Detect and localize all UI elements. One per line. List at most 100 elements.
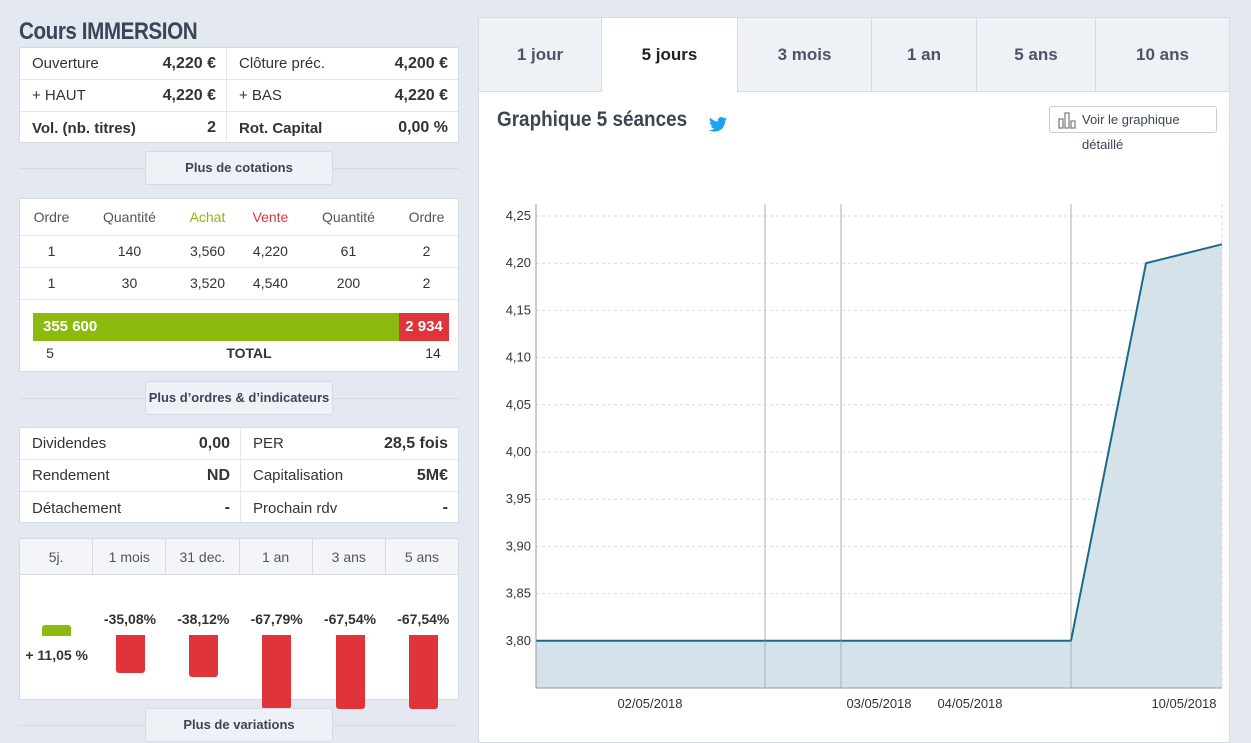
quote-value: 4,200 € [394, 54, 448, 72]
indicator-value: - [442, 499, 448, 516]
quote-value: 4,220 € [162, 86, 216, 104]
quote-row: + HAUT 4,220 € + BAS 4,220 € [20, 80, 458, 112]
tab-1-an[interactable]: 1 an [872, 18, 977, 91]
y-tick-label: 4,20 [506, 255, 531, 270]
y-tick-label: 4,25 [506, 208, 531, 223]
variation-bar [188, 635, 218, 677]
period-tab[interactable]: 5 ans [386, 539, 458, 574]
y-tick-label: 4,00 [506, 444, 531, 459]
x-tick-label: 04/05/2018 [937, 696, 1002, 711]
table-row: 1 30 3,520 4,540 200 2 [20, 267, 458, 300]
table-cell: 200 [301, 267, 395, 300]
variations-panel: 5j. 1 mois 31 dec. 1 an 3 ans 5 ans + 11… [19, 538, 459, 709]
quote-value: 4,220 € [162, 54, 216, 72]
variations-bars: + 11,05 % -35,08% -38,12% -67,79% -67,54% -67… [20, 575, 458, 709]
indicator-row: Rendement ND Capitalisation 5M€ [20, 460, 458, 492]
indicator-value: 28,5 fois [383, 434, 448, 452]
variation-bar [262, 635, 292, 709]
quote-value: 2 [207, 119, 216, 136]
variation-label: -35,08% [103, 611, 157, 627]
quote-label: Rot. Capital [239, 119, 323, 137]
variation-label: -67,54% [323, 611, 377, 627]
indicator-value: - [224, 499, 230, 516]
more-orders-button[interactable]: Plus d’ordres & d’indicateurs [145, 381, 333, 415]
period-tab[interactable]: 5j. [20, 539, 94, 574]
table-cell: 4,220 [238, 235, 302, 268]
table-cell: 140 [82, 235, 176, 268]
y-tick-label: 4,10 [506, 350, 531, 365]
indicators: Dividendes 0,00 PER 28,5 fois Rendement ND … [19, 427, 459, 524]
quote-label: Clôture préc. [239, 55, 325, 72]
chart-title: Graphique 5 séances [497, 108, 688, 131]
indicator-label: Rendement [32, 467, 110, 484]
detailed-chart-button[interactable]: Voir le graphique détaillé [1049, 106, 1217, 152]
table-cell: 61 [301, 235, 395, 268]
variation-bar [42, 625, 72, 636]
quote-label: + HAUT [32, 87, 86, 104]
col-header: Quantité [301, 199, 395, 236]
total-label: TOTAL [226, 345, 272, 361]
twitter-icon[interactable] [709, 117, 727, 137]
x-tick-label: 10/05/2018 [1151, 696, 1216, 711]
y-tick-label: 3,95 [506, 491, 531, 506]
totals-row: 5 TOTAL 14 [20, 345, 458, 361]
y-tick-label: 3,80 [506, 633, 531, 648]
quote-summary: Ouverture 4,220 € Clôture préc. 4,200 € + … [19, 47, 459, 144]
period-tab[interactable]: 31 dec. [166, 539, 240, 574]
orders-sell-count: 14 [425, 345, 441, 361]
table-cell: 3,560 [176, 235, 239, 268]
variation-label: + 11,05 % [25, 647, 88, 663]
order-book: Ordre Quantité Achat Vente Quantité Ordr… [19, 198, 459, 372]
tab-5-ans[interactable]: 5 ans [977, 18, 1096, 91]
more-variations-button[interactable]: Plus de variations [145, 708, 333, 742]
indicator-label: Dividendes [32, 435, 107, 452]
variation-bar [115, 635, 145, 674]
period-tab[interactable]: 1 an [240, 539, 313, 574]
table-cell: 1 [20, 267, 83, 300]
tab-1-jour[interactable]: 1 jour [479, 18, 602, 91]
variation-bar [408, 635, 438, 709]
variation-label: -38,12% [177, 611, 230, 627]
y-tick-label: 4,15 [506, 302, 531, 317]
x-tick-label: 02/05/2018 [617, 696, 682, 711]
variation-bar [335, 635, 365, 709]
quote-row: Vol. (nb. titres) 2 Rot. Capital 0,00 % [20, 112, 458, 144]
table-cell: 2 [395, 235, 458, 268]
col-header: Quantité [82, 199, 176, 236]
table-cell: 4,540 [238, 267, 302, 300]
table-cell: 3,520 [176, 267, 239, 300]
x-tick-label: 03/05/2018 [846, 696, 911, 711]
variation-label: -67,79% [250, 611, 303, 627]
indicator-value: 5M€ [416, 466, 448, 484]
orders-buy-count: 5 [46, 345, 54, 361]
col-header: Ordre [395, 199, 458, 236]
price-chart: 4,25 4,20 4,15 4,10 4,05 4,00 3,95 3,90 3,85 3,80… [506, 204, 1223, 711]
period-tab[interactable]: 3 ans [313, 539, 386, 574]
col-header: Ordre [20, 199, 83, 236]
tab-3-mois[interactable]: 3 mois [738, 18, 872, 91]
indicator-row: Dividendes 0,00 PER 28,5 fois [20, 428, 458, 460]
sell-total-bar: 2 934 [399, 313, 449, 341]
more-quotes-button[interactable]: Plus de cotations [145, 151, 333, 185]
y-tick-label: 3,90 [506, 538, 531, 553]
indicator-value: ND [206, 466, 230, 484]
indicator-label: Prochain rdv [253, 499, 338, 517]
table-row: 1 140 3,560 4,220 61 2 [20, 235, 458, 268]
bar-chart-icon [1058, 111, 1076, 137]
variations-header: 5j. 1 mois 31 dec. 1 an 3 ans 5 ans [20, 539, 458, 575]
y-tick-label: 4,05 [506, 397, 531, 412]
col-header-sell: Vente [238, 199, 302, 236]
tab-5-jours[interactable]: 5 jours [602, 18, 738, 93]
period-tab[interactable]: 1 mois [93, 539, 167, 574]
table-cell: 1 [20, 235, 83, 268]
page-title: Cours IMMERSION [19, 18, 198, 45]
variation-label: -67,54% [397, 611, 450, 627]
period-tabs: 1 jour 5 jours 3 mois 1 an 5 ans 10 ans [479, 18, 1229, 93]
indicator-row: Détachement - Prochain rdv - [20, 492, 458, 524]
indicator-value: 0,00 [198, 434, 230, 452]
table-cell: 30 [82, 267, 176, 300]
indicator-label: Capitalisation [253, 467, 344, 484]
tab-10-ans[interactable]: 10 ans [1096, 18, 1229, 91]
quote-label: + BAS [239, 87, 282, 104]
quote-row: Ouverture 4,220 € Clôture préc. 4,200 € [20, 48, 458, 80]
